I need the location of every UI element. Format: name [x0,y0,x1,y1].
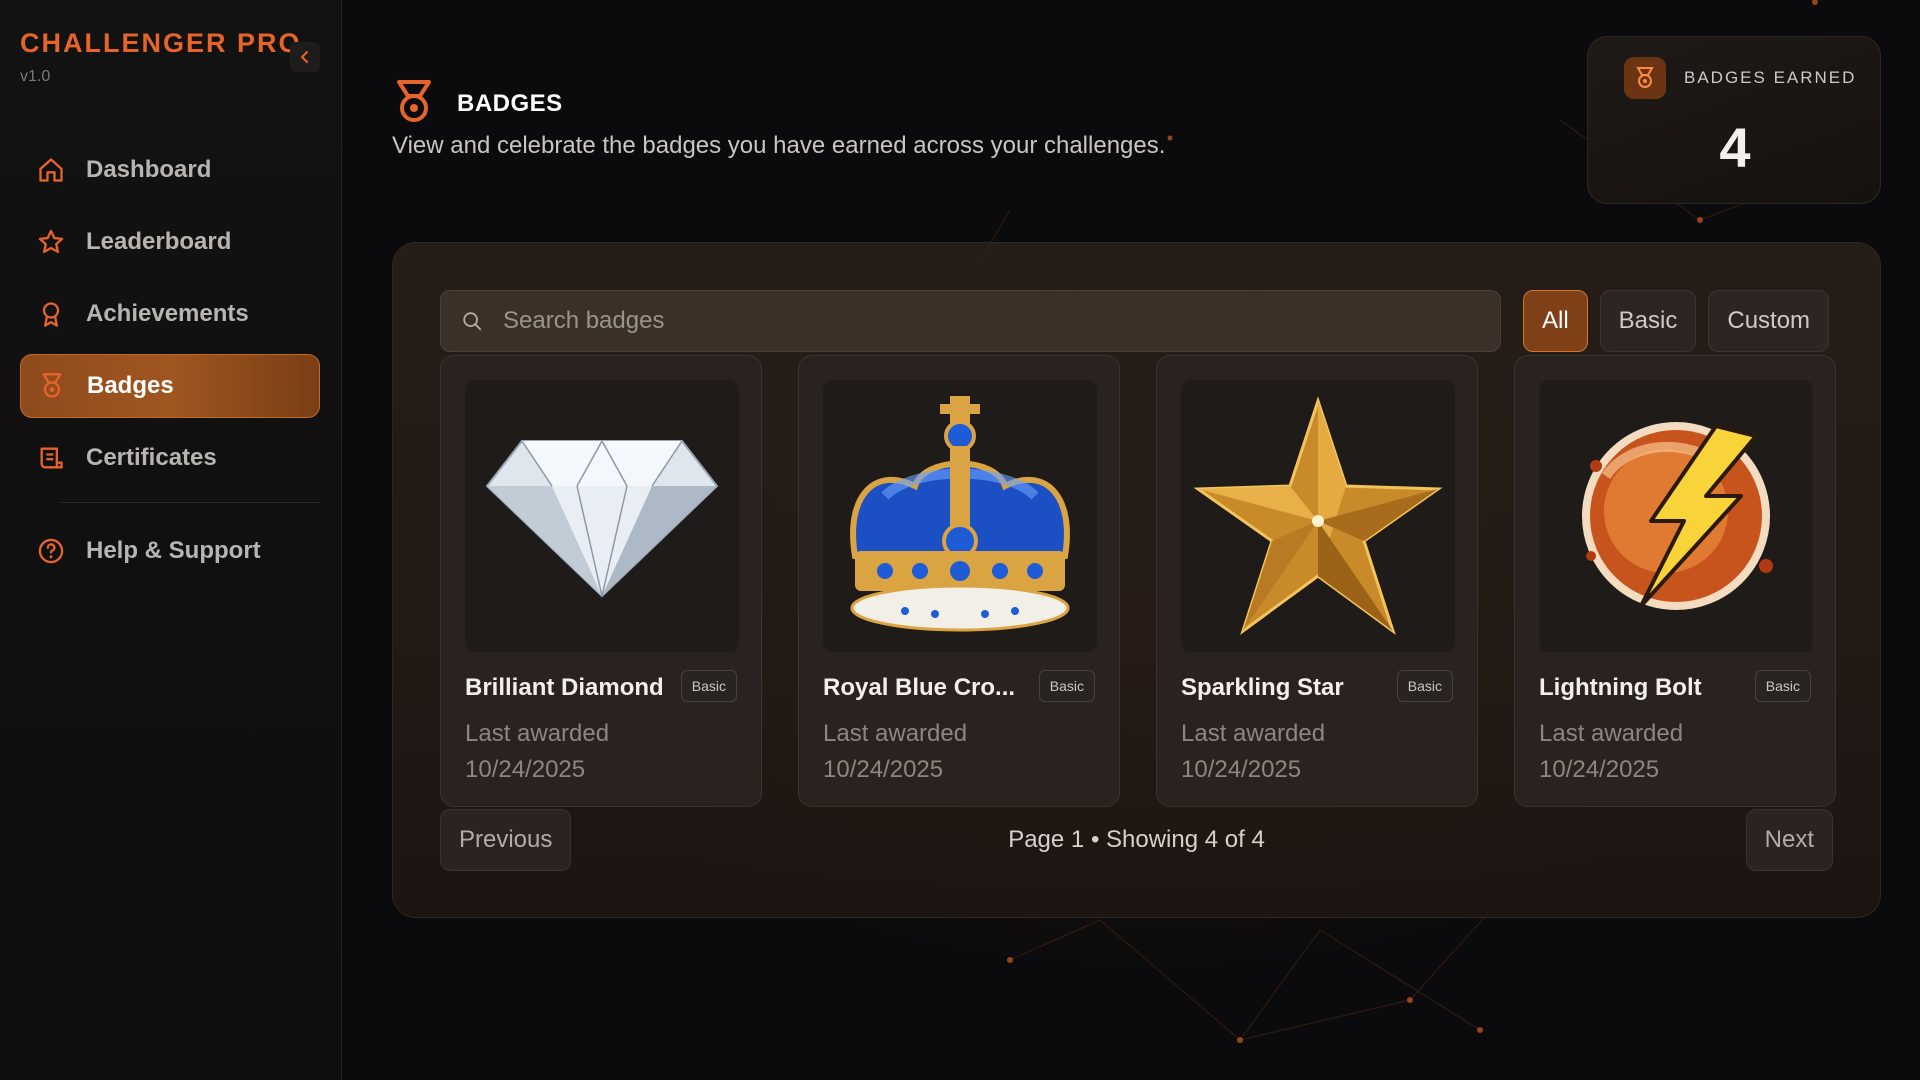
last-awarded-date: 10/24/2025 [1181,756,1302,783]
last-awarded-date: 10/24/2025 [823,756,944,783]
scroll-icon [36,443,66,473]
sidebar-item-label: Help & Support [86,537,261,564]
badge-name: Sparkling Star [1181,674,1344,701]
last-awarded-label: Last awarded [1539,720,1684,747]
badge-grid: Brilliant Diamond Basic Last awarded 10/… [440,355,1872,807]
star-icon [36,227,66,257]
page-subtitle: View and celebrate the badges you have e… [392,132,1166,159]
pagination-info: Page 1 • Showing 4 of 4 [1008,826,1265,853]
last-awarded-date: 10/24/2025 [465,756,586,783]
app-brand: CHALLENGER PRO [20,28,302,58]
help-circle-icon [36,536,66,566]
chevron-left-icon [300,51,308,63]
next-button[interactable]: Next [1745,809,1833,871]
sidebar-item-label: Leaderboard [86,228,232,255]
badge-card[interactable]: Brilliant Diamond Basic Last awarded 10/… [440,355,762,807]
lightning-image [1539,380,1813,652]
badges-earned-card: BADGES EARNED 4 [1587,36,1881,204]
award-ribbon-icon [36,299,66,329]
sidebar-divider [60,502,320,503]
badge-card[interactable]: Royal Blue Cro... Basic Last awarded 10/… [798,355,1120,807]
badge-meta: Last awarded 10/24/2025 [465,716,609,788]
sidebar-item-achievements[interactable]: Achievements [20,282,320,346]
badge-card[interactable]: Lightning Bolt Basic Last awarded 10/24/… [1514,355,1836,807]
home-icon [36,155,66,185]
crown-image [823,380,1097,652]
sidebar-item-label: Certificates [86,444,217,471]
sidebar-item-help[interactable]: Help & Support [20,519,320,583]
sidebar-nav: Dashboard Leaderboard Achievements Badge… [20,138,320,591]
filter-group: All Basic Custom [1523,290,1841,352]
badge-type-tag: Basic [1038,670,1095,702]
search-icon [457,306,487,336]
last-awarded-label: Last awarded [823,720,968,747]
sidebar-item-label: Achievements [86,300,249,327]
badge-name: Lightning Bolt [1539,674,1702,701]
filter-custom[interactable]: Custom [1708,290,1830,352]
collapse-sidebar-button[interactable] [290,42,320,72]
badges-panel: All Basic Custom Brilliant Diamond [392,242,1881,918]
search-input[interactable] [503,307,1463,335]
diamond-image [465,380,739,652]
stat-label: BADGES EARNED [1684,68,1857,87]
badge-meta: Last awarded 10/24/2025 [1181,716,1325,788]
badge-card[interactable]: Sparkling Star Basic Last awarded 10/24/… [1156,355,1478,807]
last-awarded-date: 10/24/2025 [1539,756,1660,783]
app-version: v1.0 [20,68,51,85]
sidebar-item-leaderboard[interactable]: Leaderboard [20,210,320,274]
medal-icon [1624,57,1666,99]
search-box[interactable] [440,290,1501,352]
badge-name: Royal Blue Cro... [823,674,1016,701]
sidebar-item-badges[interactable]: Badges [20,354,320,418]
pagination: Previous Page 1 • Showing 4 of 4 Next [440,809,1833,871]
app-root: CHALLENGER PRO v1.0 Dashboard Leaderboar… [0,0,1920,1080]
badge-type-tag: Basic [680,670,737,702]
filter-basic[interactable]: Basic [1599,290,1697,352]
medal-icon [397,80,431,122]
last-awarded-label: Last awarded [1181,720,1326,747]
last-awarded-label: Last awarded [465,720,610,747]
badge-meta: Last awarded 10/24/2025 [1539,716,1683,788]
medal-icon [37,371,67,401]
stat-value: 4 [1719,116,1751,179]
sidebar-item-certificates[interactable]: Certificates [20,426,320,490]
sidebar-item-label: Badges [87,372,174,399]
badge-meta: Last awarded 10/24/2025 [823,716,967,788]
sidebar-item-label: Dashboard [86,156,212,183]
page-title: BADGES [457,90,563,117]
filter-all[interactable]: All [1523,290,1588,352]
sidebar-item-dashboard[interactable]: Dashboard [20,138,320,202]
star-image [1181,380,1455,652]
badge-type-tag: Basic [1396,670,1453,702]
sidebar: CHALLENGER PRO v1.0 Dashboard Leaderboar… [0,0,342,1080]
badge-type-tag: Basic [1754,670,1811,702]
badge-name: Brilliant Diamond [465,674,664,701]
